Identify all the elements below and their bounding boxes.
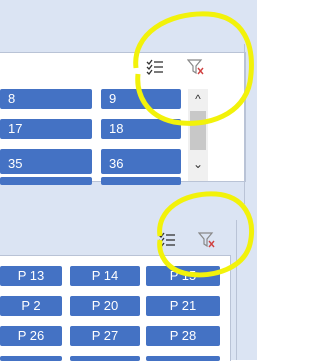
- slicer-item-label: P 14: [91, 268, 119, 283]
- slicer-item-label: P 21: [169, 298, 197, 313]
- slicer-item[interactable]: P 14: [70, 266, 140, 286]
- slicer-item[interactable]: P 15: [146, 266, 220, 286]
- slicer-item-label: 35: [8, 156, 23, 171]
- slicer-item-label: 17: [8, 121, 23, 136]
- slicer-item-label: 8: [8, 91, 16, 106]
- slicer-item[interactable]: P 13: [0, 266, 62, 286]
- slicer-item[interactable]: [101, 177, 181, 185]
- slicer-item-label: P 15: [169, 268, 197, 283]
- slicer-item[interactable]: P 2: [0, 296, 62, 316]
- clear-filter-icon[interactable]: [187, 58, 205, 76]
- panel-divider: [244, 44, 245, 204]
- slicer-top-header: [0, 53, 245, 81]
- slicer-item[interactable]: P 20: [70, 296, 140, 316]
- slicer-top-scrollbar-lower[interactable]: ⌄: [188, 150, 208, 176]
- slicer-bottom: P 13 P 14 P 15 P 2 P 20 P 21 P 26 P 27 P…: [0, 232, 231, 361]
- slicer-item-label: 36: [109, 156, 124, 171]
- panel-divider: [236, 220, 237, 360]
- slicer-item[interactable]: 9: [101, 89, 181, 109]
- slicer-item[interactable]: [146, 356, 220, 361]
- slicer-item-label: 18: [109, 121, 124, 136]
- slicer-item[interactable]: P 21: [146, 296, 220, 316]
- slicer-item[interactable]: 36: [101, 154, 181, 174]
- slicer-item-label: P 26: [17, 328, 45, 343]
- slicer-item-label: P 2: [21, 298, 41, 313]
- slicer-item[interactable]: P 28: [146, 326, 220, 346]
- clear-filter-icon[interactable]: [198, 231, 216, 249]
- slicer-item[interactable]: [0, 177, 92, 185]
- slicer-item-label: P 20: [91, 298, 119, 313]
- scroll-up-button[interactable]: ^: [188, 89, 208, 109]
- multi-select-icon[interactable]: [158, 231, 176, 249]
- slicer-bottom-header: [0, 226, 230, 254]
- slicer-item[interactable]: 8: [0, 89, 92, 109]
- slicer-item[interactable]: 17: [0, 119, 92, 139]
- scroll-thumb[interactable]: [190, 111, 206, 151]
- slicer-item[interactable]: [70, 356, 140, 361]
- multi-select-icon[interactable]: [146, 58, 164, 76]
- slicer-item-label: 9: [109, 91, 117, 106]
- slicer-item[interactable]: P 27: [70, 326, 140, 346]
- slicer-item[interactable]: P 26: [0, 326, 62, 346]
- slicer-item[interactable]: 18: [101, 119, 181, 139]
- slicer-item[interactable]: 35: [0, 154, 92, 174]
- slicer-item[interactable]: [0, 356, 62, 361]
- slicer-item-label: P 13: [17, 268, 45, 283]
- scroll-down-button[interactable]: ⌄: [188, 154, 208, 174]
- slicer-item-label: P 28: [169, 328, 197, 343]
- slicer-item-label: P 27: [91, 328, 119, 343]
